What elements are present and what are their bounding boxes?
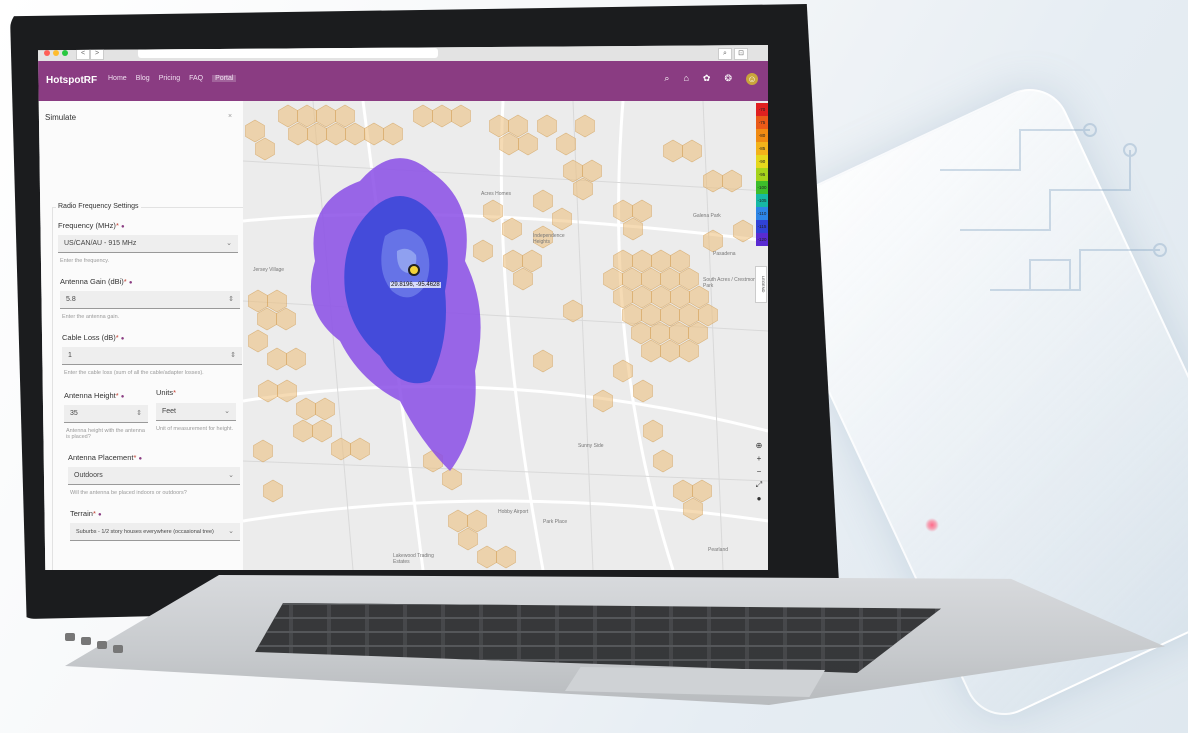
antenna-placement-select[interactable]: Outdoors ⌄ — [68, 467, 240, 485]
stepper-icon[interactable]: ⇕ — [230, 347, 236, 365]
frequency-helper: Enter the frequency. — [60, 258, 110, 264]
laptop: < > ⌕ ⊡ HotspotRF Home Blog Pricing FAQ … — [0, 0, 1188, 733]
frequency-label: Frequency (MHz)* ● — [58, 221, 125, 230]
main-nav: Home Blog Pricing FAQ Portal — [108, 75, 237, 82]
locate-icon[interactable]: ⊕ — [753, 441, 765, 450]
scale-step: -70 — [756, 103, 768, 116]
cable-loss-helper: Enter the cable loss (sum of all the cab… — [64, 370, 204, 376]
map-label: South Acres / Crestmont Park — [703, 277, 758, 289]
chevron-down-icon: ⌄ — [228, 528, 234, 535]
map-label: Jersey Village — [253, 267, 285, 273]
antenna-height-helper: Antenna height with the antenna is place… — [66, 428, 145, 440]
browser-share-icon[interactable]: ⊡ — [734, 48, 748, 60]
terrain-select[interactable]: Suburbs - 1/2 story houses everywhere (o… — [70, 523, 240, 541]
laptop-screen: < > ⌕ ⊡ HotspotRF Home Blog Pricing FAQ … — [38, 45, 768, 570]
info-icon[interactable]: ● — [129, 280, 133, 286]
minimize-window-dot[interactable] — [53, 50, 59, 56]
avatar[interactable]: ☺ — [746, 73, 758, 85]
usb-port — [113, 645, 123, 653]
map-controls: ⊕ + − ⤢ ● — [753, 441, 765, 503]
app-header: HotspotRF Home Blog Pricing FAQ Portal ⌕… — [38, 61, 768, 101]
info-icon[interactable]: ● — [121, 224, 125, 230]
map-label: Pearland — [708, 547, 729, 553]
chevron-down-icon: ⌄ — [226, 240, 232, 247]
zoom-out-button[interactable]: − — [753, 467, 765, 476]
simulate-panel: Simulate × Radio Frequency Settings Freq… — [38, 101, 244, 570]
nav-blog[interactable]: Blog — [136, 75, 150, 82]
antenna-gain-label: Antenna Gain (dBi)* ● — [60, 277, 133, 286]
frequency-select[interactable]: US/CAN/AU - 915 MHz ⌄ — [58, 235, 238, 253]
antenna-placement-helper: Will the antenna be placed indoors or ou… — [70, 490, 187, 496]
scale-step: -120 — [756, 233, 768, 246]
usb-port — [81, 637, 91, 645]
browser-search-icon[interactable]: ⌕ — [718, 48, 732, 60]
brand-logo[interactable]: HotspotRF — [46, 75, 97, 86]
antenna-placement-label: Antenna Placement* ● — [68, 453, 143, 462]
units-helper: Unit of measurement for height. — [156, 426, 234, 432]
fullscreen-icon[interactable]: ⤢ — [753, 480, 765, 490]
scale-step: -80 — [756, 129, 768, 142]
units-label: Units* — [156, 388, 177, 397]
rf-settings-legend: Radio Frequency Settings — [56, 203, 141, 210]
info-icon[interactable]: ● — [121, 394, 125, 400]
scale-step: -100 — [756, 181, 768, 194]
signal-strength-scale: -70 -75 -80 -85 -90 -95 -100 -105 -110 -… — [756, 103, 768, 246]
coverage-map[interactable]: 29.8196, -95.4628 Jersey Village Acres H… — [243, 101, 768, 570]
chevron-down-icon: ⌄ — [224, 408, 230, 415]
close-window-dot[interactable] — [44, 50, 50, 56]
cable-loss-label: Cable Loss (dB)* ● — [62, 333, 125, 342]
header-icons: ⌕ ⌂ ✿ ❂ ☺ — [664, 73, 758, 85]
map-label: Lakewood Trading Estates — [393, 553, 434, 565]
nav-faq[interactable]: FAQ — [189, 75, 203, 82]
antenna-pin-icon[interactable] — [408, 264, 420, 276]
map-label: Hobby Airport — [498, 509, 529, 515]
antenna-gain-input[interactable]: 5.8 ⇕ — [60, 291, 240, 309]
scale-step: -95 — [756, 168, 768, 181]
maximize-window-dot[interactable] — [62, 50, 68, 56]
help-icon[interactable]: ❂ — [724, 73, 732, 85]
scale-step: -85 — [756, 142, 768, 155]
home-icon[interactable]: ⌂ — [683, 73, 688, 85]
coordinate-label: 29.8196, -95.4628 — [390, 282, 441, 288]
nav-portal[interactable]: Portal — [212, 75, 237, 82]
map-label: Independence Heights — [533, 233, 565, 245]
map-label: Galena Park — [693, 213, 721, 219]
map-label: Sunny Side — [578, 443, 604, 449]
legend-tab[interactable]: LEGEND — [755, 266, 767, 303]
antenna-height-input[interactable]: 35 ⇕ — [64, 405, 148, 423]
antenna-gain-helper: Enter the antenna gain. — [62, 314, 120, 320]
panel-title: Simulate — [45, 113, 77, 122]
scale-step: -105 — [756, 194, 768, 207]
scale-step: -90 — [756, 155, 768, 168]
compass-icon[interactable]: ● — [753, 494, 765, 503]
laptop-base — [65, 575, 1165, 730]
stepper-icon[interactable]: ⇕ — [136, 405, 142, 423]
scale-step: -110 — [756, 207, 768, 220]
info-icon[interactable]: ● — [138, 456, 142, 462]
usb-port — [97, 641, 107, 649]
antenna-height-label: Antenna Height* ● — [64, 391, 125, 400]
url-bar[interactable] — [138, 48, 438, 58]
info-icon[interactable]: ● — [121, 336, 125, 342]
map-label: Acres Homes — [481, 191, 512, 197]
search-icon[interactable]: ⌕ — [664, 73, 669, 85]
map-label: Pasadena — [713, 251, 736, 257]
scale-step: -115 — [756, 220, 768, 233]
settings-icon[interactable]: ✿ — [703, 73, 711, 85]
stepper-icon[interactable]: ⇕ — [228, 291, 234, 309]
close-icon[interactable]: × — [228, 113, 232, 120]
chevron-down-icon: ⌄ — [228, 472, 234, 479]
nav-pricing[interactable]: Pricing — [159, 75, 180, 82]
zoom-in-button[interactable]: + — [753, 454, 765, 463]
info-icon[interactable]: ● — [98, 512, 102, 518]
units-select[interactable]: Feet ⌄ — [156, 403, 236, 421]
map-label: Park Place — [543, 519, 568, 525]
signal-coverage-blob — [310, 158, 481, 471]
nav-home[interactable]: Home — [108, 75, 127, 82]
scale-step: -75 — [756, 116, 768, 129]
usb-port — [65, 633, 75, 641]
terrain-label: Terrain* ● — [70, 509, 102, 518]
cable-loss-input[interactable]: 1 ⇕ — [62, 347, 242, 365]
